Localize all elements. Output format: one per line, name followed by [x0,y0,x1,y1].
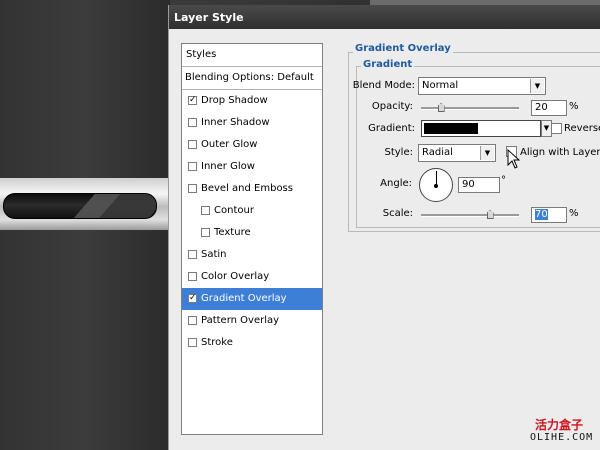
style-checkbox[interactable] [188,338,197,347]
style-item-label: Stroke [201,337,233,348]
scale-input[interactable]: 70 [531,207,567,223]
style-checkbox[interactable] [188,316,197,325]
style-checkbox[interactable] [188,162,197,171]
style-item-label: Texture [214,227,251,238]
style-item-satin[interactable]: Satin [182,244,322,266]
style-item-label: Gradient Overlay [201,293,287,304]
style-checkbox[interactable]: ✓ [188,294,197,303]
scale-slider-track[interactable] [421,214,519,217]
opacity-slider-track[interactable] [421,107,519,110]
blend-mode-label: Blend Mode: [352,80,415,91]
style-checkbox[interactable] [188,250,197,259]
angle-unit: ° [501,175,506,186]
chevron-down-icon: ▼ [480,146,494,160]
scale-label: Scale: [382,208,413,219]
style-item-texture[interactable]: Texture [182,222,322,244]
blend-mode-value: Normal [422,80,459,91]
style-item-stroke[interactable]: Stroke [182,332,322,354]
angle-dial[interactable] [419,168,453,202]
style-item-label: Color Overlay [201,271,270,282]
style-item-label: Inner Glow [201,161,255,172]
dialog-title: Layer Style [174,11,244,24]
style-checkbox[interactable] [201,228,210,237]
style-value: Radial [422,147,453,158]
layer-style-dialog: Layer Style Styles Blending Options: Def… [168,5,600,450]
style-item-contour[interactable]: Contour [182,200,322,222]
style-item-inner-shadow[interactable]: Inner Shadow [182,112,322,134]
style-item-bevel-and-emboss[interactable]: Bevel and Emboss [182,178,322,200]
style-item-label: Outer Glow [201,139,258,150]
opacity-input[interactable]: 20 [531,100,567,116]
styles-list: Styles Blending Options: Default ✓ Drop S… [181,43,323,435]
style-item-label: Inner Shadow [201,117,270,128]
style-item-color-overlay[interactable]: Color Overlay [182,266,322,288]
blend-mode-select[interactable]: Normal ▼ [418,77,546,95]
style-checkbox[interactable] [188,184,197,193]
style-item-outer-glow[interactable]: Outer Glow [182,134,322,156]
gradient-label: Gradient: [368,123,415,134]
style-item-label: Drop Shadow [201,95,268,106]
style-checkbox[interactable] [188,272,197,281]
style-item-inner-glow[interactable]: Inner Glow [182,156,322,178]
reverse-label: Reverse [564,123,600,134]
watermark-chinese: 活力盒子 [535,418,584,432]
style-item-label: Satin [201,249,227,260]
style-select[interactable]: Radial ▼ [418,144,496,162]
style-label: Style: [384,147,414,158]
subsection-title: Gradient [361,59,415,70]
style-checkbox[interactable] [188,140,197,149]
chevron-down-icon: ▼ [530,79,544,93]
mouse-cursor-icon [507,149,521,169]
style-item-pattern-overlay[interactable]: Pattern Overlay [182,310,322,332]
section-title: Gradient Overlay [353,43,453,54]
align-with-layer-label: Align with Layer [520,147,600,158]
style-checkbox[interactable] [201,206,210,215]
style-item-label: Contour [214,205,254,216]
reverse-checkbox[interactable] [551,123,562,134]
styles-header[interactable]: Styles [182,44,322,67]
style-item-label: Bevel and Emboss [201,183,293,194]
style-item-gradient-overlay[interactable]: ✓ Gradient Overlay [182,288,322,310]
style-item-drop-shadow[interactable]: ✓ Drop Shadow [182,90,322,112]
style-items: ✓ Drop Shadow Inner Shadow Outer Glow Inner … [182,90,322,354]
style-checkbox[interactable]: ✓ [188,96,197,105]
opacity-label: Opacity: [371,101,413,112]
angle-label: Angle: [380,178,412,189]
black-pill-artwork [3,193,157,219]
title-bar[interactable]: Layer Style [169,5,600,29]
style-item-label: Pattern Overlay [201,315,280,326]
gradient-preview[interactable] [421,120,541,137]
angle-input[interactable]: 90 [458,177,500,193]
watermark-url: OLIHE.COM [530,432,594,443]
scale-value-selected: 70 [535,209,548,220]
opacity-unit: % [569,101,579,112]
scale-unit: % [569,208,579,219]
style-checkbox[interactable] [188,118,197,127]
blending-options-item[interactable]: Blending Options: Default [182,67,322,90]
